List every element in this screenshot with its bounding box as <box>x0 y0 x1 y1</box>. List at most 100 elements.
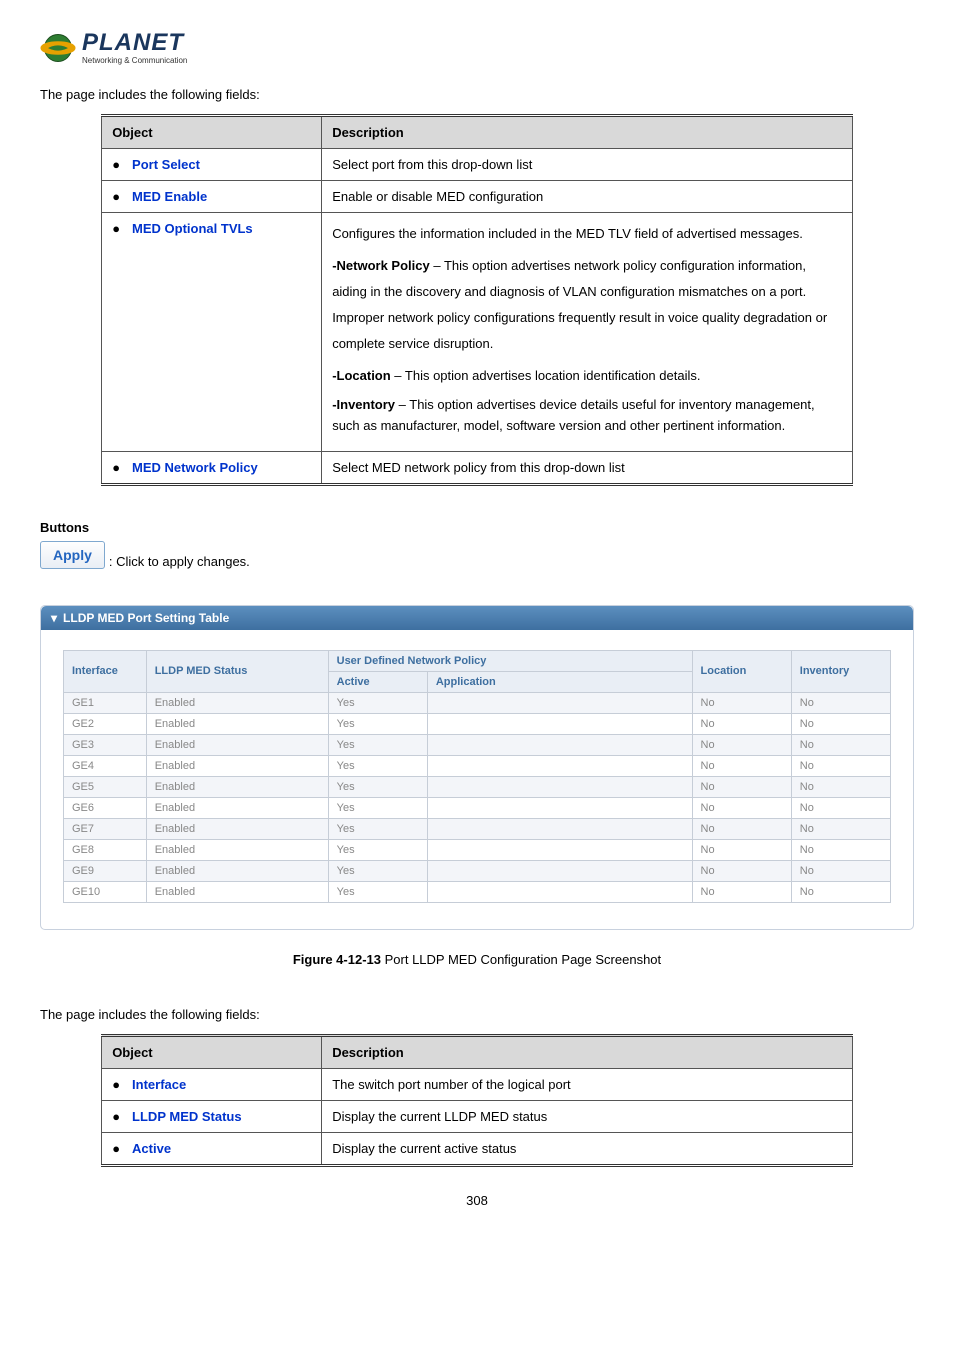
cell-interface: GE10 <box>64 881 147 902</box>
cell-active: Yes <box>328 839 427 860</box>
logo-block: PLANET Networking & Communication <box>40 30 914 69</box>
cell-active: Yes <box>328 692 427 713</box>
obj-med-network-policy: MED Network Policy <box>132 460 258 475</box>
figure-label: Figure 4-12-13 <box>293 952 381 967</box>
bullet-icon: ● <box>112 460 120 475</box>
th-user-defined-network-policy: User Defined Network Policy <box>328 650 692 671</box>
th-object-2: Object <box>102 1035 322 1068</box>
desc-active: Display the current active status <box>322 1132 853 1165</box>
bullet-icon: ● <box>112 1077 120 1092</box>
cell-status: Enabled <box>146 839 328 860</box>
inv-label: -Inventory <box>332 397 395 412</box>
cell-location: No <box>692 839 791 860</box>
cell-active: Yes <box>328 860 427 881</box>
obj-med-enable: MED Enable <box>132 189 207 204</box>
cell-application <box>427 692 692 713</box>
cell-inventory: No <box>791 818 890 839</box>
cell-inventory: No <box>791 776 890 797</box>
cell-location: No <box>692 881 791 902</box>
th-interface: Interface <box>64 650 147 692</box>
cell-interface: GE1 <box>64 692 147 713</box>
apply-description: : Click to apply changes. <box>109 554 250 569</box>
cell-status: Enabled <box>146 755 328 776</box>
bullet-icon: ● <box>112 189 120 204</box>
cell-application <box>427 839 692 860</box>
desc-lldp-med-status: Display the current LLDP MED status <box>322 1100 853 1132</box>
table-row: GE1EnabledYes NoNo <box>64 692 891 713</box>
cell-location: No <box>692 818 791 839</box>
cell-inventory: No <box>791 692 890 713</box>
cell-interface: GE6 <box>64 797 147 818</box>
th-description: Description <box>322 116 853 149</box>
obj-active: Active <box>132 1141 171 1156</box>
figure-text: Port LLDP MED Configuration Page Screens… <box>381 952 661 967</box>
bullet-icon: ● <box>112 1141 120 1156</box>
cell-application <box>427 818 692 839</box>
cell-application <box>427 797 692 818</box>
cell-inventory: No <box>791 860 890 881</box>
np-label: -Network Policy <box>332 258 430 273</box>
intro-text-1: The page includes the following fields: <box>40 87 914 102</box>
obj-lldp-med-status: LLDP MED Status <box>132 1109 242 1124</box>
cell-location: No <box>692 797 791 818</box>
cell-interface: GE3 <box>64 734 147 755</box>
cell-application <box>427 755 692 776</box>
desc-table-1: Object Description ●Port Select Select p… <box>101 114 853 486</box>
table-row: GE7EnabledYesNoNo <box>64 818 891 839</box>
desc-interface: The switch port number of the logical po… <box>322 1068 853 1100</box>
figure-caption: Figure 4-12-13 Port LLDP MED Configurati… <box>40 952 914 967</box>
planet-globe-icon <box>40 30 76 66</box>
table-row: GE10EnabledYesNoNo <box>64 881 891 902</box>
cell-inventory: No <box>791 839 890 860</box>
th-active: Active <box>328 671 427 692</box>
cell-status: Enabled <box>146 692 328 713</box>
obj-port-select: Port Select <box>132 157 200 172</box>
cell-active: Yes <box>328 755 427 776</box>
panel-header[interactable]: ▾ LLDP MED Port Setting Table <box>41 606 913 630</box>
table-row: GE6EnabledYesNoNo <box>64 797 891 818</box>
cell-location: No <box>692 755 791 776</box>
th-lldp-med-status: LLDP MED Status <box>146 650 328 692</box>
cell-interface: GE7 <box>64 818 147 839</box>
lldp-med-grid: Interface LLDP MED Status User Defined N… <box>63 650 891 903</box>
th-location: Location <box>692 650 791 692</box>
loc-label: -Location <box>332 368 391 383</box>
page-number: 308 <box>40 1193 914 1208</box>
cell-status: Enabled <box>146 881 328 902</box>
intro-text-2: The page includes the following fields: <box>40 1007 914 1022</box>
cell-location: No <box>692 713 791 734</box>
logo: PLANET Networking & Communication <box>40 30 187 66</box>
lldp-med-port-setting-panel: ▾ LLDP MED Port Setting Table Interface … <box>40 605 914 930</box>
cell-interface: GE4 <box>64 755 147 776</box>
brand-name: PLANET <box>82 31 187 55</box>
obj-interface: Interface <box>132 1077 186 1092</box>
table-row: GE5EnabledYesNoNo <box>64 776 891 797</box>
cell-status: Enabled <box>146 713 328 734</box>
cell-application <box>427 881 692 902</box>
table-row: GE2EnabledYes NoNo <box>64 713 891 734</box>
desc-table-2: Object Description ● Interface The switch… <box>101 1034 853 1167</box>
cell-status: Enabled <box>146 860 328 881</box>
obj-med-optional-tvls: MED Optional TVLs <box>132 221 253 236</box>
cell-active: Yes <box>328 818 427 839</box>
cell-location: No <box>692 692 791 713</box>
th-description-2: Description <box>322 1035 853 1068</box>
bullet-icon: ● <box>112 157 120 172</box>
cell-interface: GE2 <box>64 713 147 734</box>
cell-application <box>427 734 692 755</box>
apply-button[interactable]: Apply <box>40 541 105 569</box>
cell-location: No <box>692 860 791 881</box>
cell-active: Yes <box>328 776 427 797</box>
cell-interface: GE8 <box>64 839 147 860</box>
cell-inventory: No <box>791 713 890 734</box>
cell-active: Yes <box>328 881 427 902</box>
th-application: Application <box>427 671 692 692</box>
bullet-icon: ● <box>112 221 120 236</box>
cell-inventory: No <box>791 797 890 818</box>
cell-location: No <box>692 776 791 797</box>
cell-application <box>427 713 692 734</box>
tvls-intro: Configures the information included in t… <box>332 221 842 247</box>
cell-active: Yes <box>328 713 427 734</box>
th-object: Object <box>102 116 322 149</box>
th-inventory: Inventory <box>791 650 890 692</box>
